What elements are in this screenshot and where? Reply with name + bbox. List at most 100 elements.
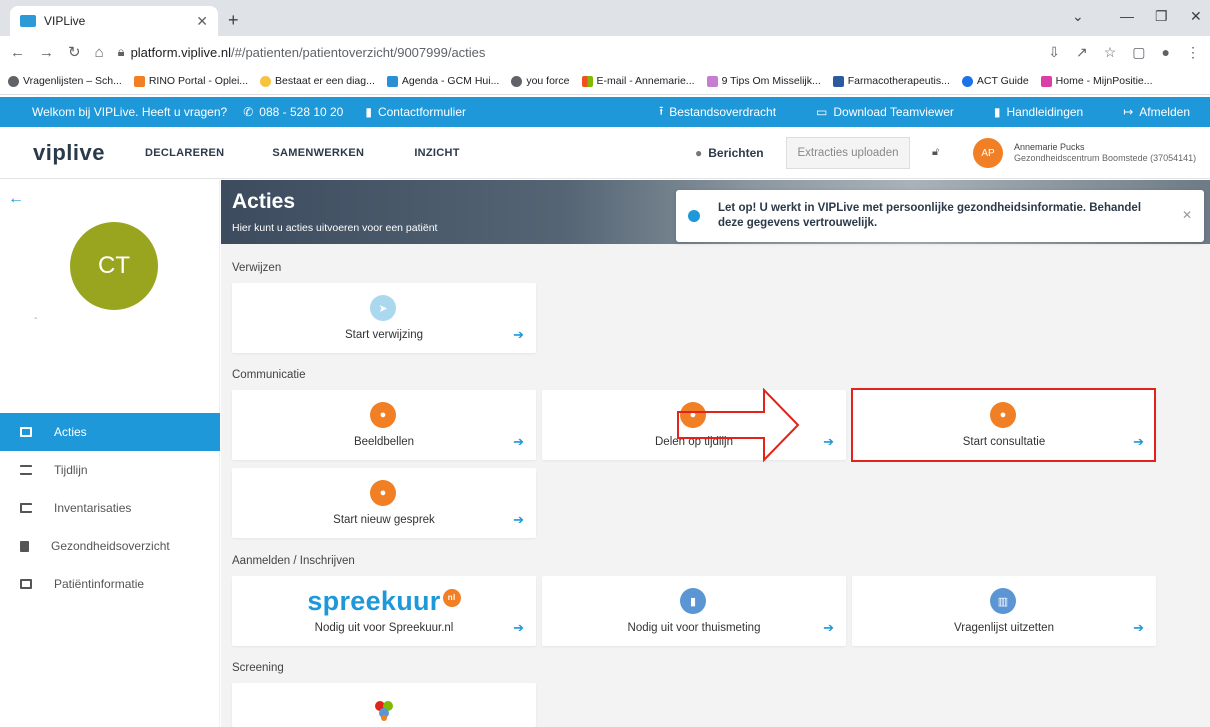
list-icon [20, 465, 32, 475]
bookmark-item[interactable]: Bestaat er een diag... [260, 75, 375, 87]
arrow-right-icon: ➔ [513, 512, 524, 527]
user-name: Annemarie Pucks [1014, 142, 1085, 152]
url-path: /#/patienten/patientoverzicht/9007999/ac… [231, 44, 486, 60]
card-label: Start nieuw gesprek [333, 514, 435, 526]
bookmark-item[interactable]: Farmacotherapeutis... [832, 75, 950, 87]
back-arrow-icon[interactable]: ← [8, 190, 24, 208]
bar-chart-icon: ▥ [990, 588, 1016, 614]
sidepanel-icon[interactable]: ▢ [1132, 44, 1145, 61]
sidebar-label: Gezondheidsoverzicht [51, 539, 170, 553]
bookmark-item[interactable]: Vragenlijsten – Sch... [8, 75, 122, 87]
bookmark-item[interactable]: you force [511, 75, 570, 87]
messages-label: Berichten [708, 146, 764, 160]
viplive-logo[interactable]: viplive [33, 140, 105, 166]
card-start-verwijzing[interactable]: ➤ Start verwijzing ➔ [232, 283, 536, 353]
sidebar-item-patientinformatie[interactable]: Patiëntinformatie [0, 565, 220, 603]
document-icon: ▮ [365, 105, 372, 119]
teamviewer-label: Download Teamviewer [833, 105, 954, 119]
new-tab-icon[interactable]: + [228, 10, 239, 31]
profile-icon[interactable]: ● [1162, 44, 1170, 61]
page-subtitle: Hier kunt u acties uitvoeren voor een pa… [232, 222, 438, 234]
teamviewer-link[interactable]: ▭ Download Teamviewer [816, 102, 954, 123]
sidebar-label: Patiëntinformatie [54, 577, 145, 591]
unlock-icon[interactable]: 🔓︎ [932, 146, 939, 159]
user-avatar[interactable]: AP [973, 138, 1003, 168]
bookmark-item[interactable]: Home - MijnPositie... [1040, 75, 1153, 87]
card-beeldbellen[interactable]: ● Beeldbellen ➔ [232, 390, 536, 460]
close-window-icon[interactable]: ✕ [1190, 8, 1202, 25]
menu-samenwerken[interactable]: SAMENWERKEN [272, 147, 364, 159]
back-nav-icon[interactable]: ← [10, 44, 25, 61]
minimize-icon[interactable]: — [1120, 8, 1134, 24]
bookmark-item[interactable]: 9 Tips Om Misselijk... [706, 75, 821, 87]
url-host: platform.viplive.nl [130, 44, 231, 60]
bookmark-label: 9 Tips Om Misselijk... [721, 75, 821, 87]
monitor-icon: ▭ [816, 105, 828, 119]
bookmark-label: you force [526, 75, 570, 87]
bookmark-item[interactable]: ACT Guide [961, 75, 1029, 87]
file-transfer-link[interactable]: ⭱ Bestandsoverdracht [659, 102, 776, 123]
logout-link[interactable]: ↦ Afmelden [1123, 102, 1190, 123]
close-icon[interactable]: ✕ [1182, 208, 1192, 223]
sidebar-label: Acties [54, 425, 87, 439]
browser-toolbar: ← → ↻ ⌂ 🔒︎ platform.viplive.nl/#/patient… [0, 36, 1210, 68]
install-icon[interactable]: ⇩ [1048, 44, 1060, 61]
arrow-right-icon: ➔ [823, 434, 834, 449]
phone-link[interactable]: ✆ 088 - 528 10 20 [243, 105, 343, 119]
menu-declareren[interactable]: DECLAREREN [145, 147, 224, 159]
highlight-box [851, 388, 1156, 462]
card-spreekuur[interactable]: spreekuur nl Nodig uit voor Spreekuur.nl … [232, 576, 536, 646]
arrow-right-icon: ➔ [1133, 620, 1144, 635]
home-icon[interactable]: ⌂ [95, 44, 104, 61]
document-icon: ▮ [993, 105, 1001, 119]
section-aanmelden: Aanmelden / Inschrijven [232, 555, 355, 567]
bookmark-star-icon[interactable]: ☆ [1104, 44, 1117, 61]
spreekuur-logo-badge: nl [442, 589, 461, 607]
page-title: Acties [232, 190, 296, 213]
bookmark-label: E-mail - Annemarie... [596, 75, 695, 87]
tab-search-icon[interactable]: ⌄ [1072, 8, 1084, 25]
reload-icon[interactable]: ↻ [68, 43, 81, 61]
card-label: Nodig uit voor Spreekuur.nl [314, 622, 454, 634]
lock-icon: 🔒︎ [117, 44, 125, 59]
help-bar: Welkom bij VIPLive. Heeft u vragen? ✆ 088… [0, 97, 1210, 127]
card-vragenlijst[interactable]: ▥ Vragenlijst uitzetten ➔ [852, 576, 1156, 646]
card-start-nieuw-gesprek[interactable]: ● Start nieuw gesprek ➔ [232, 468, 536, 538]
upload-extracts-button[interactable]: Extracties uploaden [786, 137, 910, 169]
bookmark-item[interactable]: Agenda - GCM Hui... [386, 75, 499, 87]
bookmark-item[interactable]: E-mail - Annemarie... [581, 75, 695, 87]
sidebar-item-inventarisaties[interactable]: Inventarisaties [0, 489, 220, 527]
card-label: Vragenlijst uitzetten [954, 622, 1054, 634]
section-screening: Screening [232, 662, 284, 674]
spreekuur-logo-text: spreekuur [307, 586, 441, 616]
contact-label: Contactformulier [377, 105, 466, 119]
card-label: Nodig uit voor thuismeting [627, 622, 761, 634]
send-icon: ➤ [370, 295, 396, 321]
menu-inzicht[interactable]: INZICHT [414, 147, 459, 159]
card-label: Start verwijzing [345, 329, 423, 341]
address-bar[interactable]: platform.viplive.nl/#/patienten/patiento… [131, 45, 486, 60]
forward-nav-icon[interactable]: → [39, 44, 54, 61]
arrow-right-icon: ➔ [513, 620, 524, 635]
section-communicatie: Communicatie [232, 369, 306, 381]
messages-link[interactable]: ● Berichten [695, 146, 764, 160]
phone-icon: ✆ [243, 105, 254, 119]
restore-icon[interactable]: ❐ [1155, 8, 1168, 25]
tab-title: VIPLive [44, 14, 86, 28]
user-organisation: Gezondheidscentrum Boomstede (37054141) [1014, 153, 1197, 163]
contact-form-link[interactable]: ▮ Contactformulier [365, 105, 466, 119]
browser-tab[interactable]: VIPLive ✕ [10, 6, 218, 36]
sidebar-item-gezondheidsoverzicht[interactable]: Gezondheidsoverzicht [0, 527, 220, 565]
manuals-link[interactable]: ▮ Handleidingen [994, 102, 1083, 123]
sidebar-item-acties[interactable]: Acties [0, 413, 220, 451]
menu-dots-icon[interactable]: ⋮ [1186, 44, 1200, 61]
share-icon[interactable]: ↗ [1076, 44, 1088, 61]
bookmark-item[interactable]: RINO Portal - Oplei... [133, 75, 248, 87]
card-thuismeting[interactable]: ▮ Nodig uit voor thuismeting ➔ [542, 576, 846, 646]
phone-number: 088 - 528 10 20 [259, 105, 344, 119]
chat-bubbles-icon: ● [695, 146, 703, 160]
checklist-icon [20, 503, 32, 513]
patient-placeholder: - [34, 313, 38, 324]
sidebar-item-tijdlijn[interactable]: Tijdlijn [0, 451, 220, 489]
close-tab-icon[interactable]: ✕ [196, 13, 208, 30]
